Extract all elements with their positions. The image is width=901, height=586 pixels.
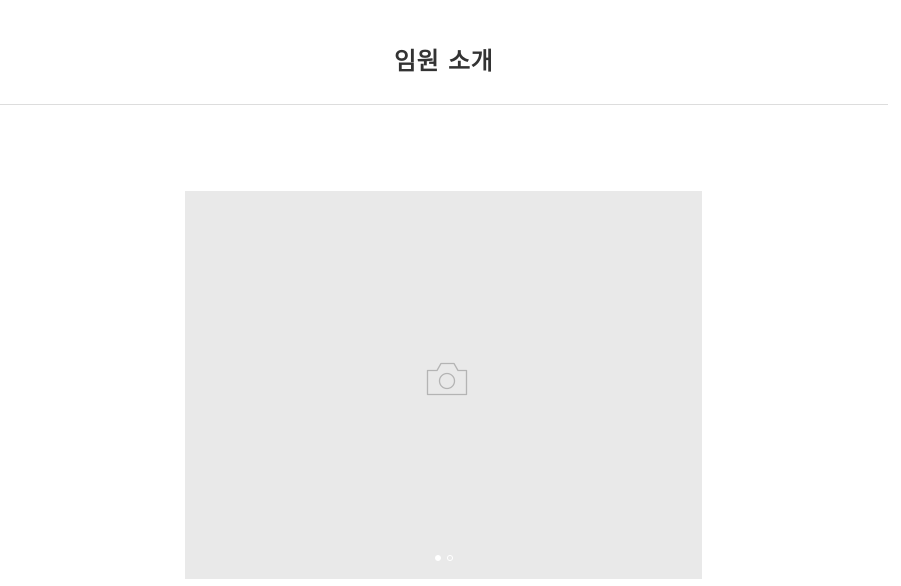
page: 임원 소개 [0,0,901,586]
camera-icon [426,362,468,396]
slide-dot-1[interactable] [434,555,441,561]
page-header: 임원 소개 [0,0,888,105]
page-title: 임원 소개 [394,47,494,75]
slider-pagination [185,555,702,565]
slide-dot-2[interactable] [446,555,453,561]
executive-photo-slider[interactable] [185,191,702,579]
